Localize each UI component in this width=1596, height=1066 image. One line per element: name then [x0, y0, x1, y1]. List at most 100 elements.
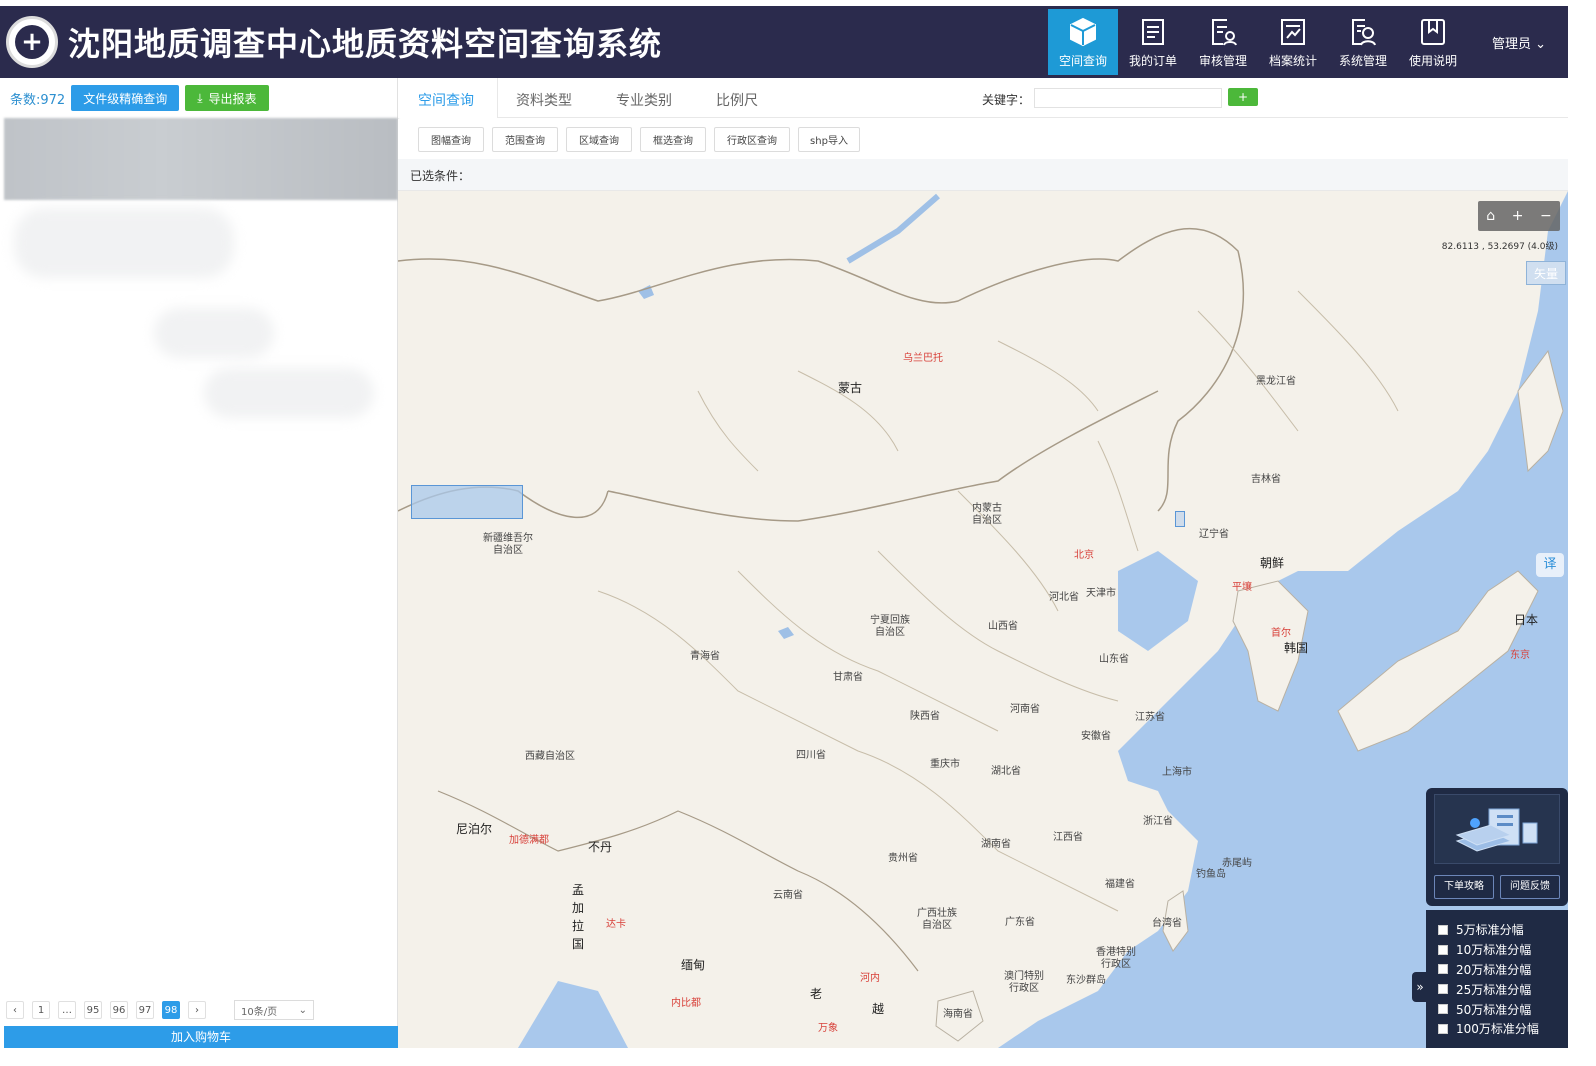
tab-discipline[interactable]: 专业类别: [616, 90, 672, 110]
tab-spatial-query[interactable]: 空间查询: [418, 90, 474, 110]
map-label: 上海市: [1162, 767, 1192, 778]
audit-icon: [1212, 18, 1237, 45]
translate-button[interactable]: 译: [1536, 553, 1564, 577]
map-label: 加德满都: [509, 835, 549, 846]
map-label: 东京: [1510, 650, 1530, 661]
map-label: 北京: [1074, 550, 1094, 561]
nav-audit[interactable]: 审核管理: [1188, 9, 1258, 75]
admin-region-query-button[interactable]: 行政区查询: [714, 127, 790, 152]
checkbox[interactable]: [1438, 1023, 1448, 1034]
scale-option[interactable]: 50万标准分幅: [1438, 999, 1568, 1019]
vector-layer-toggle[interactable]: 矢量: [1526, 261, 1566, 285]
scale-label: 100万标准分幅: [1456, 1022, 1539, 1037]
box-select-query-button[interactable]: 框选查询: [640, 127, 706, 152]
checkbox[interactable]: [1438, 1004, 1448, 1015]
sheet-query-button[interactable]: 图幅查询: [418, 127, 484, 152]
map-view[interactable]: 蒙古 乌兰巴托 黑龙江省 吉林省 辽宁省 内蒙古 自治区 新疆维吾尔 自治区 北…: [398, 191, 1568, 1048]
chevron-down-icon: ⌄: [298, 1004, 307, 1016]
map-label: 不丹: [588, 840, 613, 854]
pagination: ‹ 1 … 95 96 97 98 › 10条/页 ⌄: [6, 1000, 314, 1020]
scale-option[interactable]: 5万标准分幅: [1438, 920, 1568, 940]
map-label: 海南省: [943, 1009, 973, 1020]
add-keyword-button[interactable]: +: [1228, 88, 1258, 106]
query-tabs: 空间查询 资料类型 专业类别 比例尺 关键字： +: [398, 78, 1568, 118]
page-button[interactable]: 95: [84, 1001, 102, 1019]
nav-statistics[interactable]: 档案统计: [1258, 9, 1328, 75]
map-label: 新疆维吾尔 自治区: [483, 533, 533, 556]
order-guide-button[interactable]: 下单攻略: [1434, 875, 1494, 899]
scale-label: 50万标准分幅: [1456, 1002, 1532, 1017]
range-query-button[interactable]: 范围查询: [492, 127, 558, 152]
next-page-button[interactable]: ›: [188, 1001, 206, 1019]
checkbox[interactable]: [1438, 984, 1448, 995]
feedback-button[interactable]: 问题反馈: [1500, 875, 1560, 899]
map-label: 山西省: [988, 621, 1018, 632]
page-ellipsis[interactable]: …: [58, 1001, 76, 1019]
tab-data-type[interactable]: 资料类型: [516, 90, 572, 110]
nav-system[interactable]: 系统管理: [1328, 9, 1398, 75]
result-count: 条数:972: [10, 92, 66, 108]
region-query-button[interactable]: 区域查询: [566, 127, 632, 152]
map-label: 首尔: [1271, 628, 1291, 639]
checkbox[interactable]: [1438, 964, 1448, 975]
nav-manual[interactable]: 使用说明: [1398, 9, 1468, 75]
query-tools: 图幅查询 范围查询 区域查询 框选查询 行政区查询 shp导入: [398, 119, 1568, 159]
scale-option[interactable]: 20万标准分幅: [1438, 960, 1568, 980]
map-label: 宁夏回族 自治区: [870, 615, 910, 638]
result-toolbar: 条数:972 文件级精确查询 ⤓ 导出报表: [4, 78, 397, 118]
zoom-in-icon[interactable]: +: [1512, 208, 1524, 224]
map-label: 台湾省: [1152, 918, 1182, 929]
scale-option[interactable]: 10万标准分幅: [1438, 940, 1568, 960]
export-report-button[interactable]: ⤓ 导出报表: [185, 85, 269, 111]
checkbox[interactable]: [1438, 924, 1448, 935]
map-label: 陕西省: [910, 711, 940, 722]
download-icon: ⤓: [197, 90, 203, 105]
cube-icon: [1070, 17, 1096, 46]
tab-scale[interactable]: 比例尺: [716, 90, 758, 110]
map-label: 青海省: [690, 651, 720, 662]
nav-spatial-query[interactable]: 空间查询: [1048, 9, 1118, 75]
home-icon[interactable]: ⌂: [1486, 208, 1495, 224]
scale-label: 10万标准分幅: [1456, 943, 1532, 958]
zoom-out-icon[interactable]: −: [1540, 208, 1552, 224]
map-label: 赤尾屿: [1222, 858, 1252, 869]
map-label: 日本: [1514, 613, 1539, 627]
selected-area-rectangle[interactable]: [411, 485, 523, 519]
current-page-button[interactable]: 98: [162, 1001, 180, 1019]
keyword-input[interactable]: [1034, 88, 1222, 108]
map-label: 黑龙江省: [1256, 376, 1296, 387]
map-label: 甘肃省: [833, 672, 863, 683]
logo-icon: [6, 16, 58, 68]
map-label: 广东省: [1005, 917, 1035, 928]
map-label: 蒙古: [838, 381, 863, 395]
shp-import-button[interactable]: shp导入: [798, 127, 860, 152]
blurred-area: [204, 368, 374, 418]
selected-area-rectangle[interactable]: [1175, 511, 1185, 527]
nav-label: 空间查询: [1058, 53, 1107, 68]
system-user-icon: [1352, 18, 1376, 45]
scale-option[interactable]: 100万标准分幅: [1438, 1019, 1568, 1039]
page-size-select[interactable]: 10条/页 ⌄: [234, 1000, 314, 1020]
precise-query-button[interactable]: 文件级精确查询: [71, 85, 180, 111]
scale-filter-panel: 5万标准分幅 10万标准分幅 20万标准分幅 25万标准分幅 50万标准分幅 1…: [1426, 910, 1568, 1048]
export-label: 导出报表: [208, 91, 257, 106]
nav-my-orders[interactable]: 我的订单: [1118, 9, 1188, 75]
map-label: 澳门特别 行政区: [1004, 971, 1044, 994]
map-label: 湖南省: [981, 839, 1011, 850]
map-label: 河南省: [1010, 704, 1040, 715]
page-button[interactable]: 1: [32, 1001, 50, 1019]
user-menu[interactable]: 管理员 ⌄: [1492, 33, 1546, 52]
map-label: 乌兰巴托: [903, 353, 943, 364]
map-label: 江苏省: [1135, 712, 1165, 723]
scale-option[interactable]: 25万标准分幅: [1438, 979, 1568, 999]
user-name: 管理员: [1491, 37, 1531, 52]
add-to-cart-button[interactable]: 加入购物车: [4, 1026, 398, 1048]
map-label: 山东省: [1099, 654, 1129, 665]
checkbox[interactable]: [1438, 944, 1448, 955]
main-nav: 空间查询 我的订单 审核管理 档案统计 系统管理 使用说明: [1048, 9, 1468, 75]
keyword-label: 关键字：: [982, 93, 1031, 107]
prev-page-button[interactable]: ‹: [6, 1001, 24, 1019]
page-button[interactable]: 96: [110, 1001, 128, 1019]
map-label: 湖北省: [991, 766, 1021, 777]
page-button[interactable]: 97: [136, 1001, 154, 1019]
